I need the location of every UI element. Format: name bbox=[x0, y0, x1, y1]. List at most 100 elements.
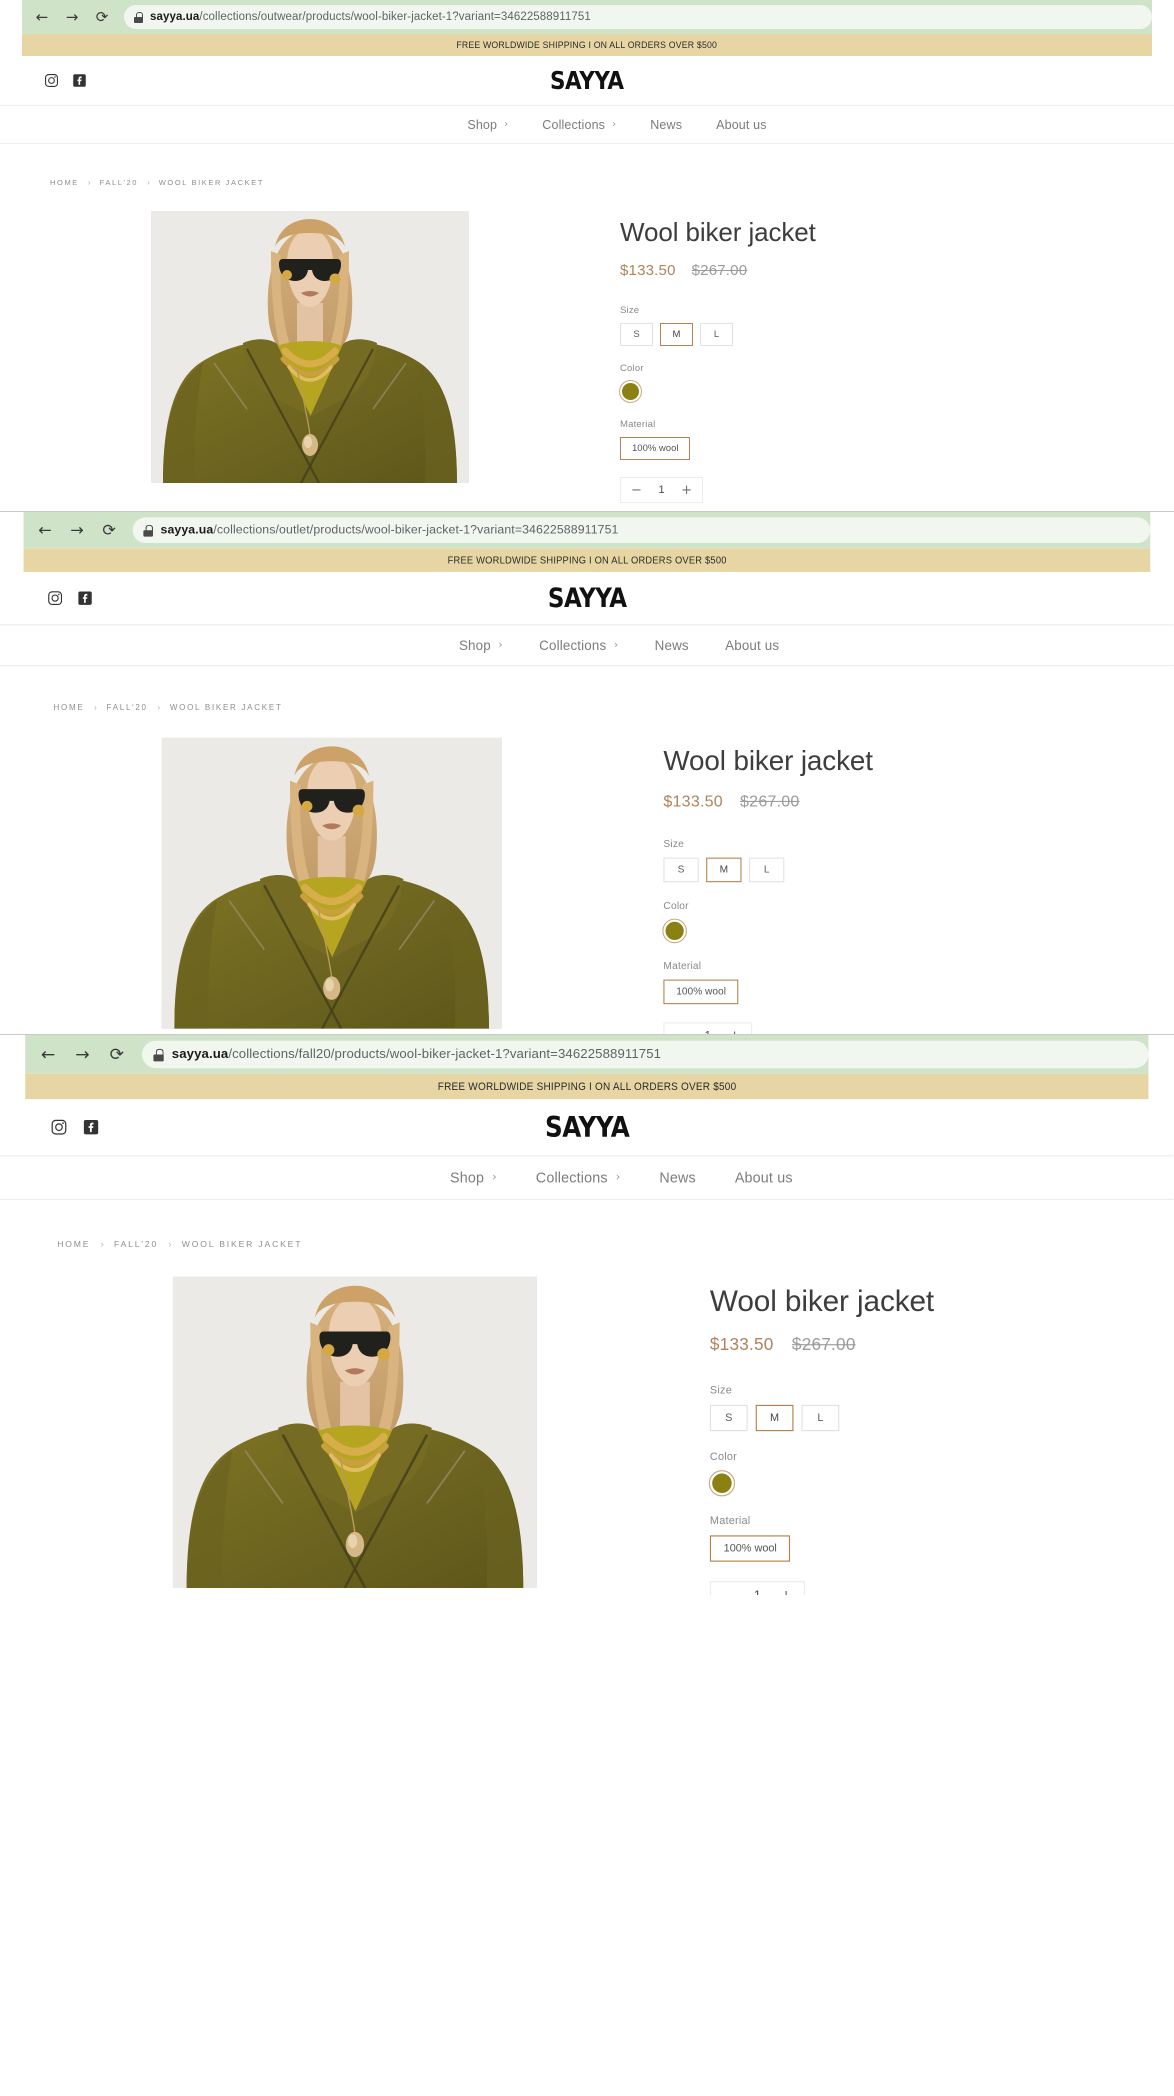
url-domain: sayya.ua bbox=[150, 11, 200, 23]
nav-item-news[interactable]: News bbox=[650, 118, 682, 132]
breadcrumb-item-fall-20[interactable]: FALL'20 bbox=[114, 1239, 158, 1249]
breadcrumb-item-fall-20[interactable]: FALL'20 bbox=[107, 702, 148, 712]
url-path: /collections/outwear/products/wool-biker… bbox=[199, 11, 591, 23]
breadcrumb-item-home[interactable]: HOME bbox=[54, 702, 85, 712]
reload-icon[interactable]: ⟳ bbox=[108, 1045, 126, 1063]
product-title: Wool biker jacket bbox=[709, 1283, 935, 1318]
product-section: Wool biker jacket $133.50 $267.00 Size S… bbox=[0, 712, 1174, 1034]
material-swatch[interactable]: 100% wool bbox=[620, 437, 691, 460]
nav-item-label: News bbox=[654, 637, 689, 653]
current-price: $133.50 bbox=[620, 262, 676, 279]
chevron-right-icon: › bbox=[504, 119, 509, 130]
back-icon[interactable]: ← bbox=[34, 9, 50, 25]
product-image[interactable] bbox=[161, 737, 502, 1029]
address-bar[interactable]: sayya.ua/collections/fall20/products/woo… bbox=[141, 1040, 1149, 1069]
product-section: Wool biker jacket $133.50 $267.00 Size S… bbox=[0, 1249, 1174, 1595]
nav-item-news[interactable]: News bbox=[655, 638, 689, 653]
chevron-right-icon: › bbox=[492, 1171, 497, 1184]
breadcrumb-separator-icon: › bbox=[100, 1238, 104, 1250]
forward-icon[interactable]: → bbox=[73, 1045, 91, 1063]
browser-chrome: ← → ⟳ sayya.ua/collections/outlet/produc… bbox=[23, 512, 1151, 549]
product-photo-illustration bbox=[151, 211, 469, 483]
size-option-s[interactable]: S bbox=[709, 1404, 748, 1432]
quantity-decrease-button[interactable]: − bbox=[722, 1589, 734, 1595]
size-option-m[interactable]: M bbox=[755, 1404, 794, 1432]
promo-banner: FREE WORLDWIDE SHIPPING I ON ALL ORDERS … bbox=[23, 548, 1151, 572]
breadcrumb-item-wool-biker-jacket[interactable]: WOOL BIKER JACKET bbox=[182, 1239, 303, 1249]
nav-item-about-us[interactable]: About us bbox=[735, 1170, 793, 1186]
back-icon[interactable]: ← bbox=[39, 1045, 57, 1063]
breadcrumb-item-wool-biker-jacket[interactable]: WOOL BIKER JACKET bbox=[159, 178, 264, 187]
size-label: Size bbox=[620, 305, 640, 316]
url-path: /collections/fall20/products/wool-biker-… bbox=[228, 1047, 662, 1062]
address-bar[interactable]: sayya.ua/collections/outwear/products/wo… bbox=[124, 5, 1152, 29]
quantity-increase-button[interactable]: + bbox=[780, 1589, 792, 1595]
product-image[interactable] bbox=[151, 211, 469, 483]
nav-item-shop[interactable]: Shop › bbox=[467, 118, 508, 132]
facebook-icon[interactable] bbox=[77, 590, 93, 606]
facebook-icon[interactable] bbox=[82, 1119, 99, 1136]
size-option-m[interactable]: M bbox=[660, 323, 693, 346]
social-links bbox=[47, 590, 93, 606]
chevron-right-icon: › bbox=[498, 639, 503, 652]
website-content: FREE WORLDWIDE SHIPPING I ON ALL ORDERS … bbox=[0, 548, 1174, 1034]
breadcrumb-item-home[interactable]: HOME bbox=[57, 1239, 90, 1249]
instagram-icon[interactable] bbox=[47, 590, 63, 606]
instagram-icon[interactable] bbox=[44, 73, 59, 88]
breadcrumb-item-fall-20[interactable]: FALL'20 bbox=[100, 178, 139, 187]
site-logo[interactable]: SAYYA bbox=[0, 1111, 1174, 1144]
nav-item-collections[interactable]: Collections › bbox=[542, 118, 616, 132]
size-option-block: Size SML bbox=[663, 838, 873, 883]
current-price: $133.50 bbox=[663, 792, 723, 811]
nav-item-label: Collections bbox=[535, 1169, 608, 1186]
material-swatch[interactable]: 100% wool bbox=[709, 1535, 791, 1562]
size-option-l[interactable]: L bbox=[749, 857, 785, 883]
browser-chrome: ← → ⟳ sayya.ua/collections/outwear/produ… bbox=[22, 0, 1152, 34]
quantity-decrease-button[interactable]: − bbox=[631, 484, 642, 497]
instagram-icon[interactable] bbox=[50, 1119, 67, 1136]
product-image[interactable] bbox=[172, 1276, 538, 1589]
nav-item-label: Collections bbox=[542, 117, 606, 132]
reload-icon[interactable]: ⟳ bbox=[94, 9, 110, 25]
size-option-s[interactable]: S bbox=[620, 323, 653, 346]
breadcrumb: HOME › FALL'20 › WOOL BIKER JACKET bbox=[0, 1200, 1174, 1249]
color-swatch-olive[interactable] bbox=[619, 380, 642, 403]
back-icon[interactable]: ← bbox=[36, 522, 53, 539]
original-price: $267.00 bbox=[691, 262, 748, 279]
address-bar[interactable]: sayya.ua/collections/outlet/products/woo… bbox=[132, 517, 1151, 544]
size-option-l[interactable]: L bbox=[700, 323, 733, 346]
size-option-s[interactable]: S bbox=[663, 857, 699, 883]
quantity-increase-button[interactable]: + bbox=[681, 484, 692, 497]
product-info: Wool biker jacket $133.50 $267.00 Size S… bbox=[619, 211, 816, 503]
nav-item-collections[interactable]: Collections › bbox=[536, 1170, 621, 1186]
color-label: Color bbox=[663, 900, 689, 913]
nav-item-shop[interactable]: Shop › bbox=[459, 638, 503, 653]
site-topbar: SAYYA bbox=[0, 56, 1174, 106]
lock-icon bbox=[134, 11, 143, 23]
color-swatch-olive[interactable] bbox=[708, 1470, 736, 1497]
material-swatch[interactable]: 100% wool bbox=[663, 979, 739, 1005]
color-swatch-olive[interactable] bbox=[662, 918, 687, 944]
nav-item-shop[interactable]: Shop › bbox=[450, 1170, 497, 1186]
chevron-right-icon: › bbox=[612, 119, 617, 130]
nav-item-label: News bbox=[650, 117, 683, 132]
material-option-block: Material 100% wool bbox=[663, 960, 873, 1005]
color-label: Color bbox=[709, 1450, 738, 1464]
size-option-l[interactable]: L bbox=[801, 1404, 840, 1432]
nav-item-collections[interactable]: Collections › bbox=[539, 638, 618, 653]
nav-item-about-us[interactable]: About us bbox=[725, 638, 779, 653]
forward-icon[interactable]: → bbox=[68, 522, 85, 539]
breadcrumb-item-home[interactable]: HOME bbox=[50, 178, 79, 187]
social-links bbox=[44, 73, 87, 88]
size-option-m[interactable]: M bbox=[706, 857, 742, 883]
facebook-icon[interactable] bbox=[72, 73, 87, 88]
product-gallery bbox=[0, 1276, 710, 1595]
breadcrumb-item-wool-biker-jacket[interactable]: WOOL BIKER JACKET bbox=[170, 702, 283, 712]
site-logo[interactable]: SAYYA bbox=[0, 583, 1174, 614]
quantity-stepper: − 1 + bbox=[709, 1581, 805, 1595]
site-logo[interactable]: SAYYA bbox=[0, 66, 1174, 95]
nav-item-news[interactable]: News bbox=[659, 1170, 695, 1186]
reload-icon[interactable]: ⟳ bbox=[101, 522, 118, 539]
nav-item-about-us[interactable]: About us bbox=[716, 118, 767, 132]
forward-icon[interactable]: → bbox=[64, 9, 80, 25]
